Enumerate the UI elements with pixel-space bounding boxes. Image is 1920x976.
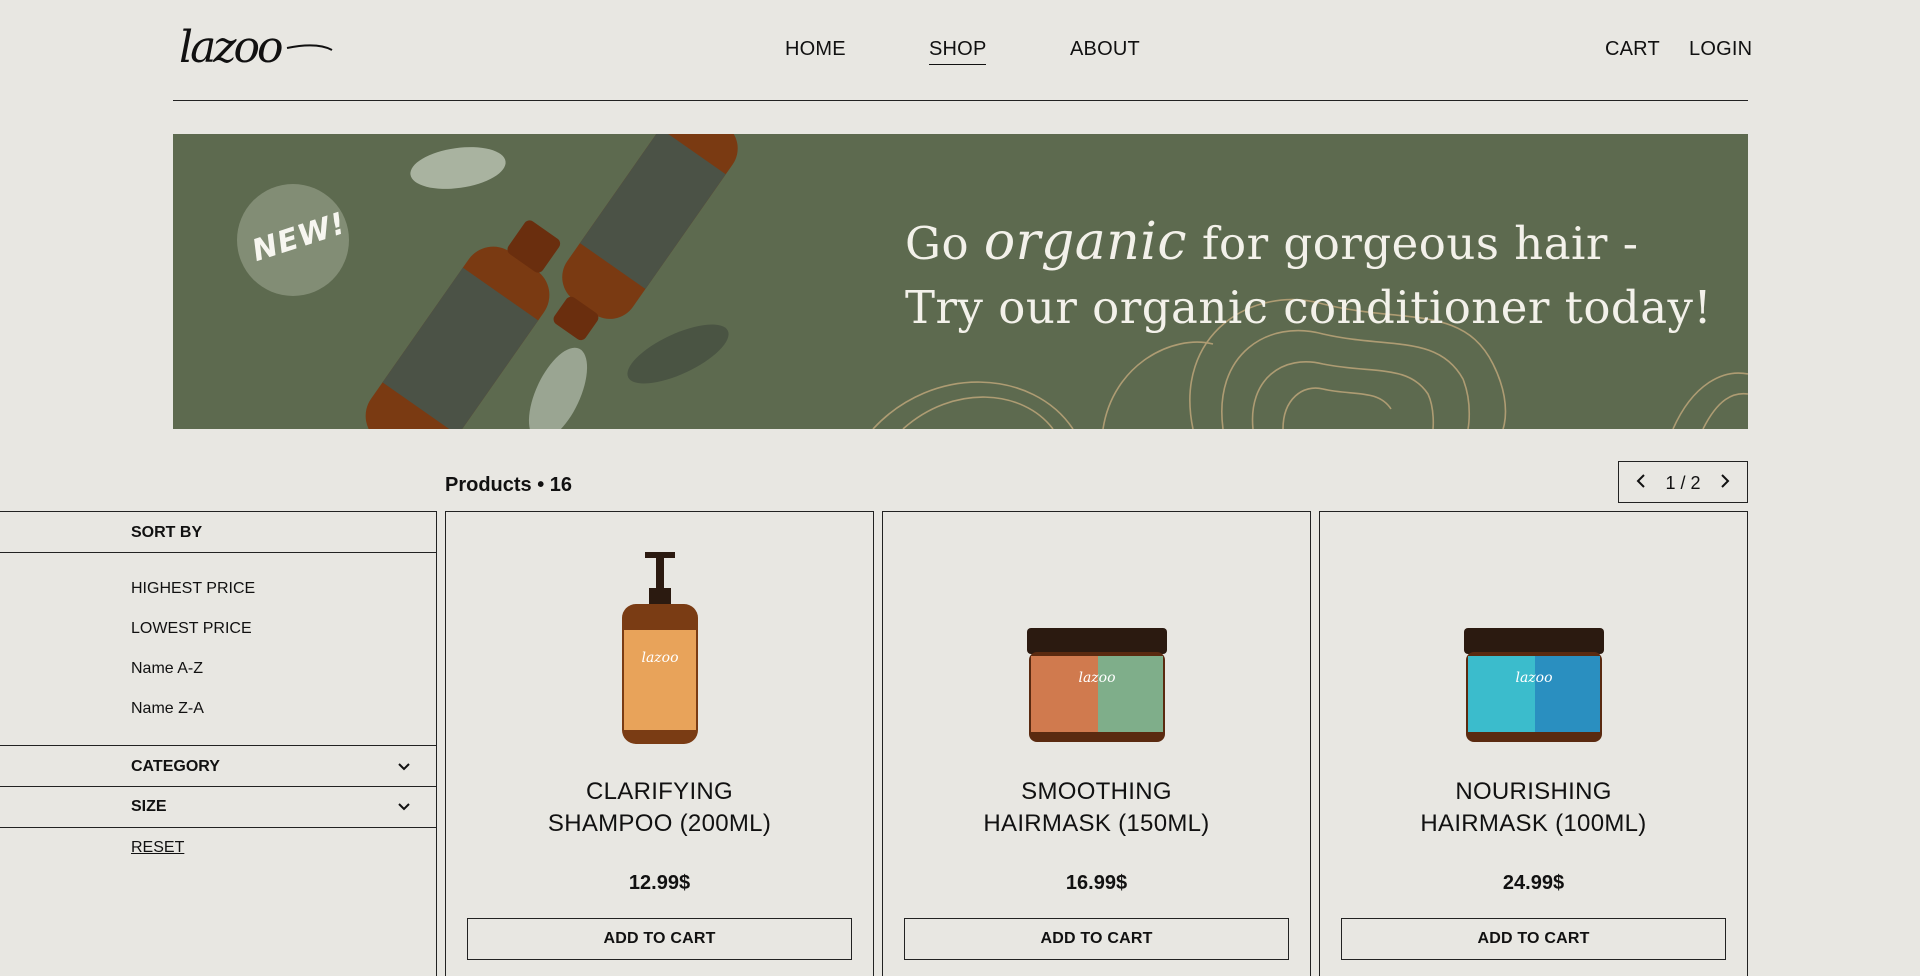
add-to-cart-button[interactable]: ADD TO CART: [1341, 918, 1726, 960]
product-image: lazoo: [446, 552, 873, 752]
nav-home-link[interactable]: HOME: [785, 38, 846, 61]
product-price: 16.99$: [1065, 872, 1128, 894]
site-header: lazoo HOME SHOP ABOUT CART LOGIN: [173, 0, 1752, 101]
add-to-cart-button[interactable]: ADD TO CART: [467, 918, 852, 960]
nav-cart-link[interactable]: CART: [1605, 38, 1660, 61]
size-filter-toggle[interactable]: SIZE: [0, 786, 437, 828]
chevron-down-icon: [395, 797, 413, 815]
product-name[interactable]: CLARIFYING SHAMPOO (200ML): [446, 776, 873, 840]
product-price: 12.99$: [628, 872, 691, 894]
promo-banner[interactable]: NEW! Go organic for gorgeous hair - Try …: [173, 134, 1748, 429]
product-card[interactable]: lazoo NOURISHING HAIRMASK (100ML) 24.99$…: [1319, 511, 1748, 976]
product-price: 24.99$: [1502, 872, 1565, 894]
svg-text:lazoo: lazoo: [179, 22, 282, 72]
reset-filters-link[interactable]: RESET: [131, 839, 184, 857]
sort-option-lowest-price[interactable]: LOWEST PRICE: [131, 620, 252, 638]
product-card[interactable]: lazoo SMOOTHING HAIRMASK (150ML) 16.99$ …: [882, 511, 1311, 976]
pagination: 1 / 2: [1618, 461, 1748, 503]
svg-text:lazoo: lazoo: [1078, 670, 1115, 686]
sort-option-name-a-z[interactable]: Name A-Z: [131, 660, 203, 678]
add-to-cart-button[interactable]: ADD TO CART: [904, 918, 1289, 960]
svg-text:lazoo: lazoo: [1515, 670, 1552, 686]
logo-wordmark-icon: lazoo: [179, 22, 333, 73]
product-name[interactable]: NOURISHING HAIRMASK (100ML): [1320, 776, 1747, 840]
chevron-right-icon[interactable]: [1715, 471, 1735, 491]
product-card[interactable]: lazoo CLARIFYING SHAMPOO (200ML) 12.99$ …: [445, 511, 874, 976]
product-name[interactable]: SMOOTHING HAIRMASK (150ML): [883, 776, 1310, 840]
sort-option-highest-price[interactable]: HIGHEST PRICE: [131, 580, 255, 598]
sort-by-header: SORT BY: [0, 511, 437, 553]
chevron-down-icon: [395, 757, 413, 775]
products-count: Products • 16: [445, 474, 573, 496]
nav-shop-link[interactable]: SHOP: [929, 38, 987, 65]
product-image: lazoo: [883, 552, 1310, 752]
brand-logo[interactable]: lazoo: [177, 22, 337, 73]
nav-login-link[interactable]: LOGIN: [1689, 38, 1752, 61]
nav-about-link[interactable]: ABOUT: [1070, 38, 1140, 61]
category-filter-toggle[interactable]: CATEGORY: [0, 745, 437, 787]
sort-option-name-z-a[interactable]: Name Z-A: [131, 700, 204, 718]
filter-sidebar: SORT BY HIGHEST PRICE LOWEST PRICE Name …: [0, 511, 437, 976]
svg-text:lazoo: lazoo: [641, 650, 678, 666]
product-image: lazoo: [1320, 552, 1747, 752]
banner-headline: Go organic for gorgeous hair - Try our o…: [905, 212, 1713, 334]
